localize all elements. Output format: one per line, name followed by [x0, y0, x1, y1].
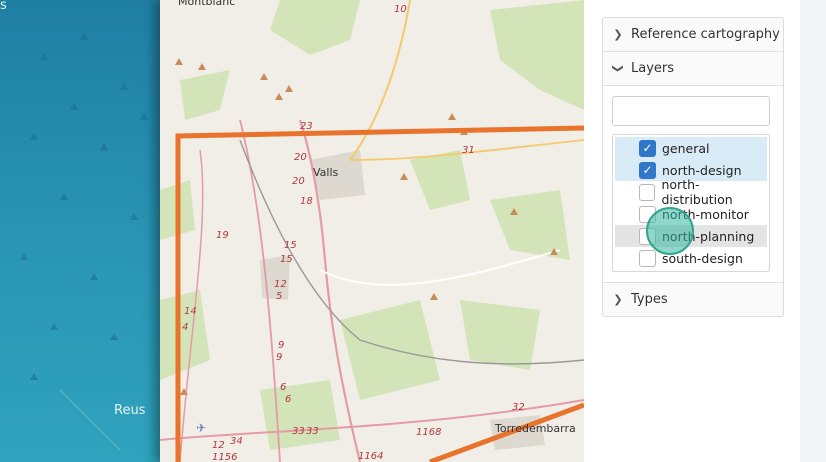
chevron-right-icon: ❯	[613, 293, 623, 306]
road-label: 1168	[416, 427, 442, 438]
layer-label: north-design	[662, 162, 742, 178]
layer-label: north-distribution	[661, 177, 733, 207]
road-label: 19	[216, 230, 229, 241]
reference-cartography-header[interactable]: ❯ Reference cartography	[603, 18, 783, 52]
road-label: 31	[462, 145, 475, 156]
road-label: 1164	[358, 451, 384, 462]
road-label: 14	[184, 306, 197, 317]
types-label: Types	[631, 292, 668, 307]
road-label: 9	[278, 340, 285, 351]
road-label: 12	[274, 279, 287, 290]
terrain-pattern	[20, 33, 148, 451]
road-label: 32	[512, 402, 525, 413]
layer-checkbox[interactable]: ✓	[639, 139, 656, 157]
road-label: 1156	[212, 452, 238, 462]
layer-label: general	[662, 140, 710, 156]
road-label: 5	[276, 291, 283, 302]
layer-list: ✓ general ✓ north-design north-distribut…	[612, 134, 770, 272]
place-label-valls: Valls	[313, 166, 339, 179]
layer-search-input[interactable]	[612, 96, 770, 126]
road-label: 6	[285, 394, 292, 405]
road-label: 18	[300, 196, 313, 207]
click-indicator	[646, 207, 694, 255]
road-label: 34	[230, 436, 243, 447]
place-label-torredembarra: Torredembarra	[495, 422, 576, 435]
types-header[interactable]: ❯ Types	[603, 283, 783, 316]
layer-checkbox[interactable]	[639, 183, 656, 201]
road-label: 20	[292, 176, 305, 187]
road-label: 33	[306, 426, 319, 437]
check-icon: ✓	[642, 141, 653, 155]
layers-label: Layers	[631, 61, 675, 76]
layer-item-north-distribution[interactable]: north-distribution	[615, 177, 767, 207]
map-view[interactable]: ✈ Montblanc Valls Torredembarra 10 23 20…	[160, 0, 584, 462]
road-label: 33	[292, 426, 305, 437]
road-label: 4	[182, 322, 189, 333]
chevron-right-icon: ❯	[613, 28, 623, 41]
svg-text:✈: ✈	[196, 421, 206, 435]
chevron-down-icon: ❯	[611, 63, 625, 74]
road-label: 20	[294, 152, 307, 163]
check-icon: ✓	[642, 163, 653, 177]
bg-label-partial: s	[0, 0, 7, 13]
road-label: 9	[276, 352, 283, 363]
layer-checkbox[interactable]	[639, 249, 656, 267]
background-terrain-map: s Reus	[0, 0, 160, 462]
place-label-montblanc: Montblanc	[178, 0, 236, 8]
road-label: 15	[284, 240, 297, 251]
road-label: 10	[394, 4, 407, 15]
right-gutter	[800, 0, 826, 462]
layer-checkbox[interactable]: ✓	[639, 161, 656, 179]
layer-item-south-design[interactable]: south-design	[615, 247, 767, 269]
layer-accordion: ❯ Reference cartography ❯ Layers ✓ gener…	[602, 17, 784, 317]
layers-body: ✓ general ✓ north-design north-distribut…	[603, 86, 783, 283]
road-label: 6	[280, 382, 287, 393]
layer-item-general[interactable]: ✓ general	[615, 137, 767, 159]
road-label: 23	[300, 121, 313, 132]
reference-cartography-label: Reference cartography	[631, 27, 780, 42]
bg-label-reus: Reus	[114, 403, 146, 418]
layers-header[interactable]: ❯ Layers	[603, 52, 783, 86]
road-label: 15	[280, 254, 293, 265]
road-label: 12	[212, 440, 225, 451]
